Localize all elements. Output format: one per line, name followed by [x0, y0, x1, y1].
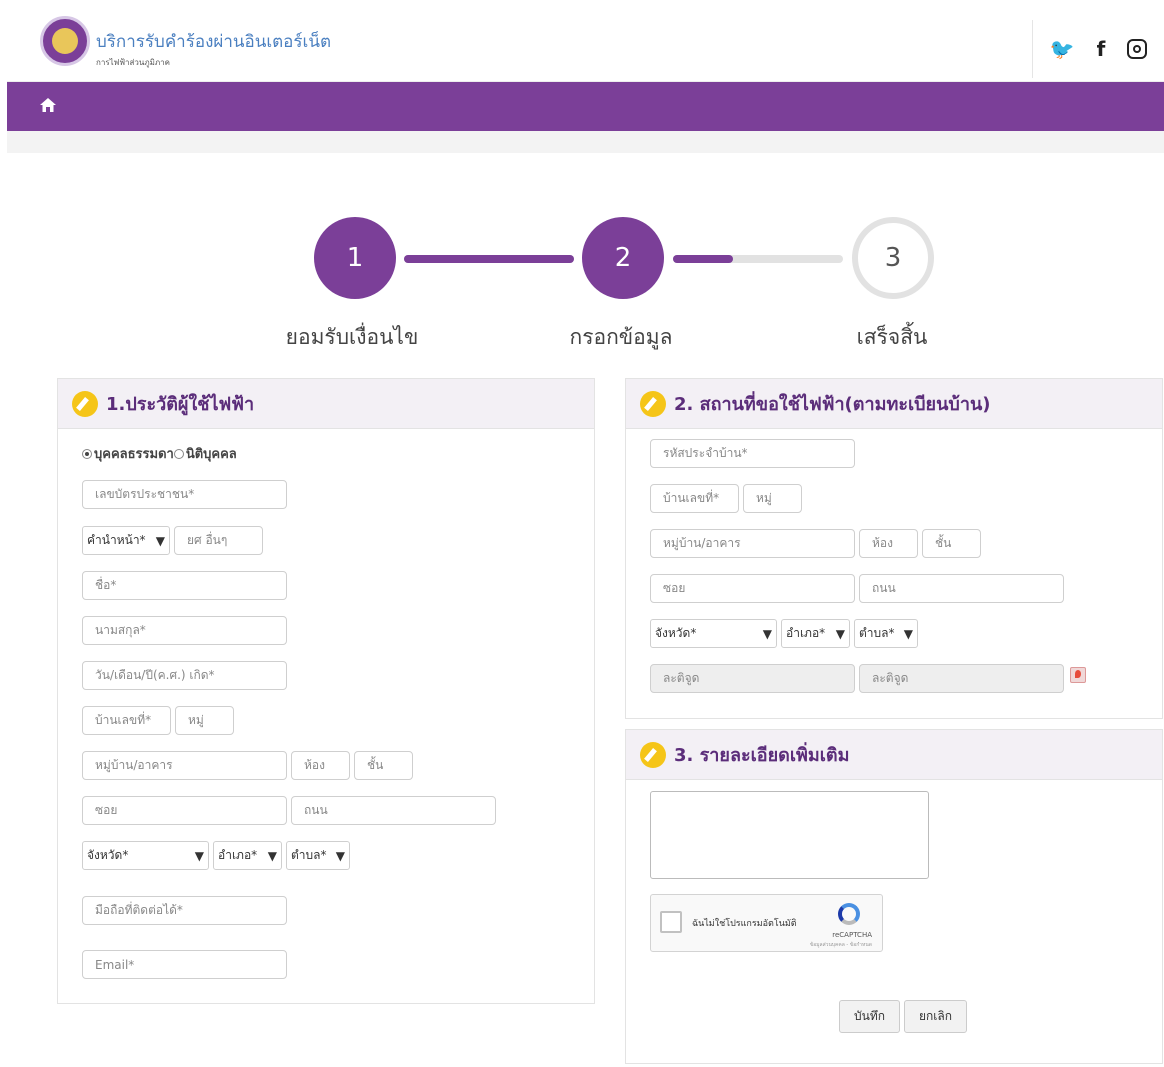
location-panel-header: 2. สถานที่ขอใช้ไฟฟ้า(ตามทะเบียนบ้าน) — [626, 379, 1162, 429]
loc-road-input[interactable]: ถนน — [859, 574, 1064, 603]
loc-soi-input[interactable]: ซอย — [650, 574, 855, 603]
district-select[interactable]: อำเภอ* ▼ — [213, 841, 282, 870]
save-button[interactable]: บันทึก — [839, 1000, 900, 1033]
pencil-icon — [640, 390, 666, 417]
floor-input[interactable]: ชั้น — [354, 751, 413, 780]
pencil-icon — [640, 741, 666, 768]
pea-logo[interactable] — [40, 16, 90, 66]
step-1-2-connector — [404, 255, 574, 263]
radio-person-label: บุคคลธรรมดา — [94, 447, 174, 462]
applicant-panel-header: 1.ประวัติผู้ใช้ไฟฟ้า — [58, 379, 594, 429]
moo-input[interactable]: หมู่ — [175, 706, 234, 735]
step-2-label: กรอกข้อมูล — [569, 325, 673, 349]
village-input[interactable]: หมู่บ้าน/อาคาร — [82, 751, 287, 780]
details-panel-header: 3. รายละเอียดเพิ่มเติม — [626, 730, 1162, 780]
social-links: 🐦 f — [1032, 20, 1164, 78]
latitude-input: ละติจูด — [650, 664, 855, 693]
room-input[interactable]: ห้อง — [291, 751, 350, 780]
top-header: บริการรับคำร้องผ่านอินเตอร์เน็ต การไฟฟ้า… — [7, 8, 1164, 82]
radio-company[interactable] — [173, 448, 184, 459]
radio-person[interactable] — [82, 448, 92, 459]
step-3-label: เสร็จสิ้น — [856, 325, 928, 349]
home-icon[interactable] — [40, 98, 56, 112]
first-name-input[interactable]: ชื่อ* — [82, 571, 287, 600]
loc-village-input[interactable]: หมู่บ้าน/อาคาร — [650, 529, 855, 558]
recaptcha-widget: ฉันไม่ใช่โปรแกรมอัตโนมัติ reCAPTCHA ข้อม… — [650, 894, 883, 952]
loc-district-select[interactable]: อำเภอ* ▼ — [781, 619, 850, 648]
recaptcha-brand: reCAPTCHA — [832, 931, 872, 939]
details-panel-title: 3. รายละเอียดเพิ่มเติม — [674, 745, 850, 766]
step-3-circle: 3 — [852, 217, 934, 299]
cancel-button[interactable]: ยกเลิก — [904, 1000, 967, 1033]
facebook-icon[interactable]: f — [1097, 37, 1106, 61]
loc-floor-input[interactable]: ชั้น — [922, 529, 981, 558]
twitter-icon[interactable]: 🐦 — [1050, 37, 1075, 61]
step-2-3-connector — [673, 255, 843, 263]
mobile-input[interactable]: มือถือที่ติดต่อได้* — [82, 896, 287, 925]
loc-subdistrict-select[interactable]: ตำบล* ▼ — [854, 619, 918, 648]
id-card-input[interactable]: เลขบัตรประชาชน* — [82, 480, 287, 509]
map-pin-icon[interactable] — [1070, 667, 1086, 683]
house-no-input[interactable]: บ้านเลขที่* — [82, 706, 171, 735]
person-type-radio-group: บุคคลธรรมดา นิติบุคคล — [82, 443, 237, 464]
site-subtitle: การไฟฟ้าส่วนภูมิภาค — [96, 58, 170, 67]
province-select[interactable]: จังหวัด* ▼ — [82, 841, 209, 870]
loc-room-input[interactable]: ห้อง — [859, 529, 918, 558]
recaptcha-terms[interactable]: ข้อมูลส่วนบุคคล - ข้อกำหนด — [810, 941, 872, 949]
recaptcha-checkbox[interactable] — [660, 911, 682, 933]
subdistrict-select[interactable]: ตำบล* ▼ — [286, 841, 350, 870]
divider-strip — [7, 131, 1164, 153]
loc-province-select[interactable]: จังหวัด* ▼ — [650, 619, 777, 648]
step-2-circle: 2 — [582, 217, 664, 299]
soi-input[interactable]: ซอย — [82, 796, 287, 825]
radio-company-label: นิติบุคคล — [185, 447, 237, 462]
road-input[interactable]: ถนน — [291, 796, 496, 825]
step-1-label: ยอมรับเงื่อนไข — [285, 325, 419, 349]
recaptcha-label: ฉันไม่ใช่โปรแกรมอัตโนมัติ — [692, 919, 797, 929]
step-1-circle: 1 — [314, 217, 396, 299]
last-name-input[interactable]: นามสกุล* — [82, 616, 287, 645]
rank-input[interactable]: ยศ อื่นๆ — [174, 526, 263, 555]
house-code-input[interactable]: รหัสประจำบ้าน* — [650, 439, 855, 468]
instagram-icon[interactable] — [1127, 39, 1148, 59]
applicant-panel-title: 1.ประวัติผู้ใช้ไฟฟ้า — [106, 394, 255, 415]
details-textarea[interactable] — [650, 791, 929, 879]
site-title[interactable]: บริการรับคำร้องผ่านอินเตอร์เน็ต — [96, 28, 331, 55]
loc-house-no-input[interactable]: บ้านเลขที่* — [650, 484, 739, 513]
email-input[interactable]: Email* — [82, 950, 287, 979]
main-navbar — [7, 82, 1164, 131]
birthdate-input[interactable]: วัน/เดือน/ปี(ค.ศ.) เกิด* — [82, 661, 287, 690]
loc-moo-input[interactable]: หมู่ — [743, 484, 802, 513]
location-panel-title: 2. สถานที่ขอใช้ไฟฟ้า(ตามทะเบียนบ้าน) — [674, 394, 991, 415]
pencil-icon — [72, 390, 98, 417]
prefix-select[interactable]: คำนำหน้า* ▼ — [82, 526, 170, 555]
recaptcha-logo-icon — [838, 903, 860, 925]
longitude-input: ละติจูด — [859, 664, 1064, 693]
